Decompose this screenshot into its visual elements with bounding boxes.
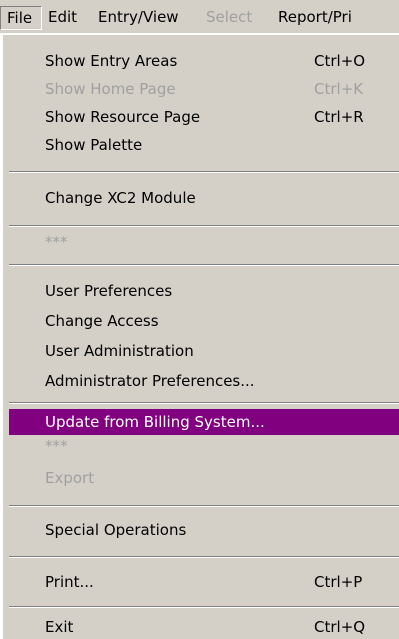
menu-separator xyxy=(9,505,399,507)
menu-item-update-from-billing-system[interactable]: Update from Billing System... xyxy=(9,409,399,435)
menu-separator xyxy=(9,171,399,173)
menu-item-print[interactable]: Print... Ctrl+P xyxy=(9,569,399,595)
menu-item-label: *** xyxy=(45,437,68,455)
menu-item-administrator-preferences[interactable]: Administrator Preferences... xyxy=(9,368,399,394)
menu-separator xyxy=(9,402,399,404)
menu-item-show-resource-page[interactable]: Show Resource Page Ctrl+R xyxy=(9,104,399,130)
menu-item-label: Change Access xyxy=(45,312,159,330)
menu-item-show-entry-areas[interactable]: Show Entry Areas Ctrl+O xyxy=(9,48,399,74)
menu-report-print[interactable]: Report/Pri xyxy=(272,6,399,30)
menu-item-change-xc2-module[interactable]: Change XC2 Module xyxy=(9,185,399,211)
menu-item-label: Show Resource Page xyxy=(45,108,201,126)
menu-separator xyxy=(9,264,399,266)
menu-item-placeholder-1[interactable]: *** xyxy=(9,229,399,255)
menu-item-special-operations[interactable]: Special Operations xyxy=(9,517,399,543)
menu-file[interactable]: File xyxy=(0,6,42,30)
menu-select[interactable]: Select xyxy=(200,6,272,30)
menu-item-label: Change XC2 Module xyxy=(45,189,196,207)
menu-item-label: Export xyxy=(45,469,95,487)
dropdown-panel: Show Entry Areas Ctrl+O Show Home Page C… xyxy=(2,35,399,639)
menu-item-show-palette[interactable]: Show Palette xyxy=(9,132,399,158)
menu-separator xyxy=(9,225,399,227)
file-dropdown-menu: Show Entry Areas Ctrl+O Show Home Page C… xyxy=(1,34,399,639)
menu-item-shortcut: Ctrl+O xyxy=(314,52,366,70)
menu-item-label: User Administration xyxy=(45,342,194,360)
menu-item-placeholder-2[interactable]: *** xyxy=(9,433,399,459)
menu-item-shortcut: Ctrl+K xyxy=(314,80,364,98)
menu-item-label: User Preferences xyxy=(45,282,173,300)
menu-bar: File Edit Entry/View Select Report/Pri xyxy=(0,0,399,34)
menu-item-change-access[interactable]: Change Access xyxy=(9,308,399,334)
menu-item-exit[interactable]: Exit Ctrl+Q xyxy=(9,614,399,639)
menu-item-label: Show Palette xyxy=(45,136,143,154)
menu-item-label: Print... xyxy=(45,573,94,591)
menu-item-user-preferences[interactable]: User Preferences xyxy=(9,278,399,304)
menu-item-show-home-page[interactable]: Show Home Page Ctrl+K xyxy=(9,76,399,102)
menu-item-label: Show Home Page xyxy=(45,80,176,98)
menu-item-shortcut: Ctrl+R xyxy=(314,108,364,126)
menu-edit[interactable]: Edit xyxy=(42,6,92,30)
menu-item-label: Update from Billing System... xyxy=(45,413,265,431)
menu-item-shortcut: Ctrl+Q xyxy=(314,618,366,636)
menu-item-label: Exit xyxy=(45,618,74,636)
menu-item-label: Show Entry Areas xyxy=(45,52,178,70)
menu-item-export[interactable]: Export xyxy=(9,465,399,491)
menu-entry-view[interactable]: Entry/View xyxy=(92,6,200,30)
menu-item-label: Special Operations xyxy=(45,521,187,539)
menu-item-shortcut: Ctrl+P xyxy=(314,573,363,591)
menu-separator xyxy=(9,556,399,558)
menu-item-label: *** xyxy=(45,233,68,251)
menu-item-label: Administrator Preferences... xyxy=(45,372,255,390)
menu-item-user-administration[interactable]: User Administration xyxy=(9,338,399,364)
menu-separator xyxy=(9,606,399,608)
